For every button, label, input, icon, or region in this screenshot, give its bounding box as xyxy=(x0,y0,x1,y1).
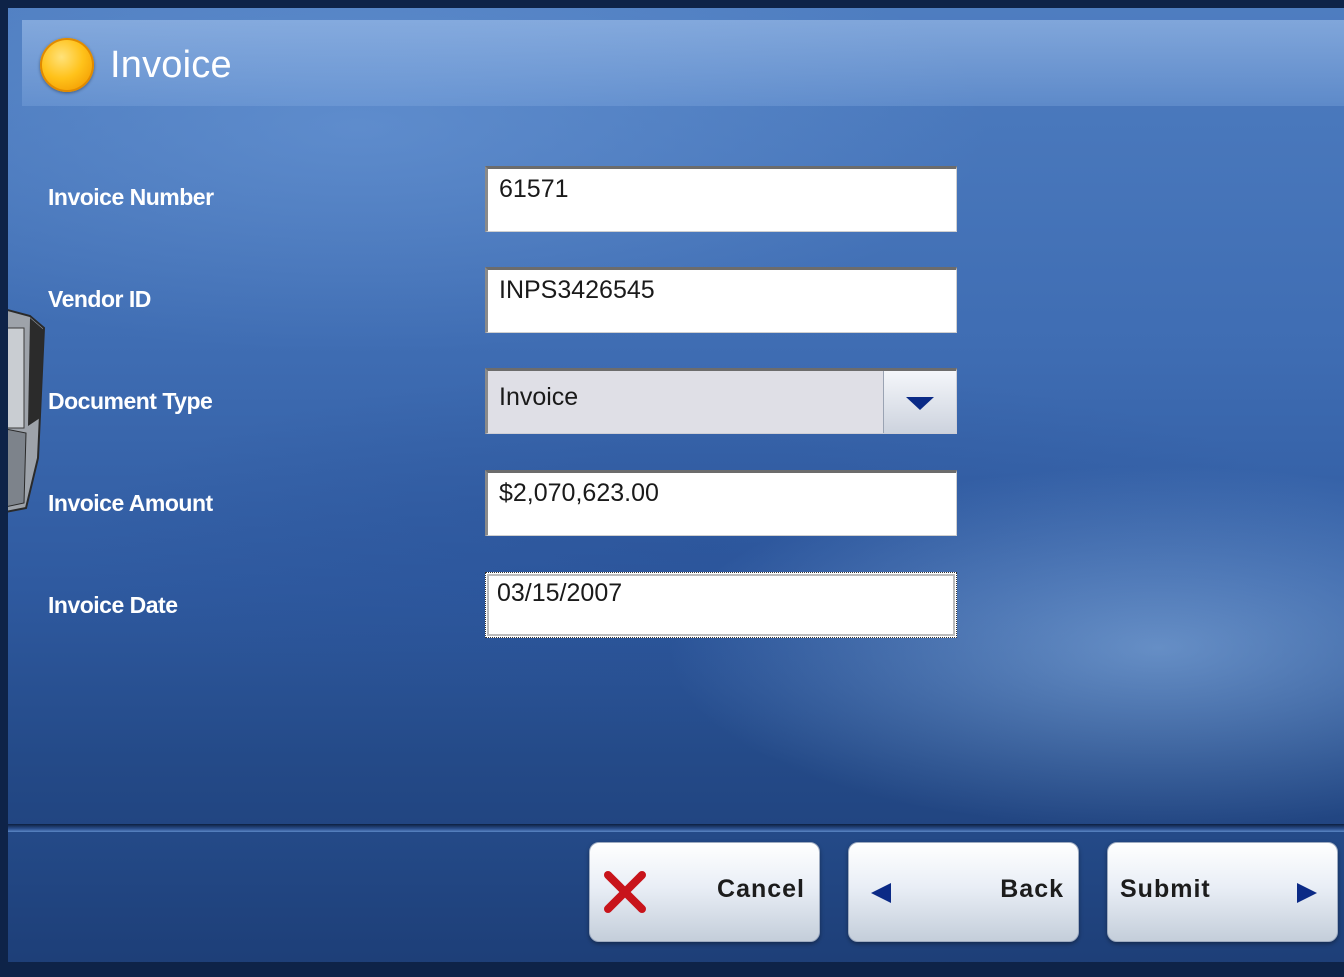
page-title: Invoice xyxy=(110,44,232,86)
document-type-select[interactable]: Invoice xyxy=(485,368,957,434)
red-x-icon xyxy=(604,871,646,913)
document-type-label: Document Type xyxy=(48,388,213,414)
document-type-value: Invoice xyxy=(499,383,579,411)
submit-button-label: Submit xyxy=(1120,875,1211,903)
document-type-dropdown-button[interactable] xyxy=(883,371,956,433)
vendor-id-input[interactable] xyxy=(488,270,967,310)
invoice-date-label: Invoice Date xyxy=(48,592,178,618)
invoice-date-input[interactable] xyxy=(486,573,967,613)
invoice-number-label: Invoice Number xyxy=(48,184,214,210)
cancel-button[interactable]: Cancel xyxy=(589,842,820,942)
back-button[interactable]: Back xyxy=(848,842,1079,942)
chevron-down-icon xyxy=(906,397,934,410)
invoice-amount-field-box xyxy=(485,470,967,536)
orange-orb-icon xyxy=(40,38,94,92)
bottom-edge xyxy=(8,962,1344,977)
invoice-number-field-box xyxy=(485,166,967,232)
submit-button[interactable]: Submit xyxy=(1107,842,1338,942)
back-button-label: Back xyxy=(1000,875,1064,903)
cancel-button-label: Cancel xyxy=(717,875,805,903)
invoice-number-input[interactable] xyxy=(488,169,967,209)
invoice-date-field-box xyxy=(485,572,967,638)
invoice-amount-input[interactable] xyxy=(488,473,967,513)
vendor-id-field-box xyxy=(485,267,967,333)
left-arrow-icon xyxy=(871,883,891,903)
app-window: Invoice Invoice Number Vendor ID Documen… xyxy=(8,8,1344,970)
invoice-amount-label: Invoice Amount xyxy=(48,490,213,516)
right-arrow-icon xyxy=(1297,883,1317,903)
footer-divider xyxy=(8,824,1344,832)
vendor-id-label: Vendor ID xyxy=(48,286,151,312)
